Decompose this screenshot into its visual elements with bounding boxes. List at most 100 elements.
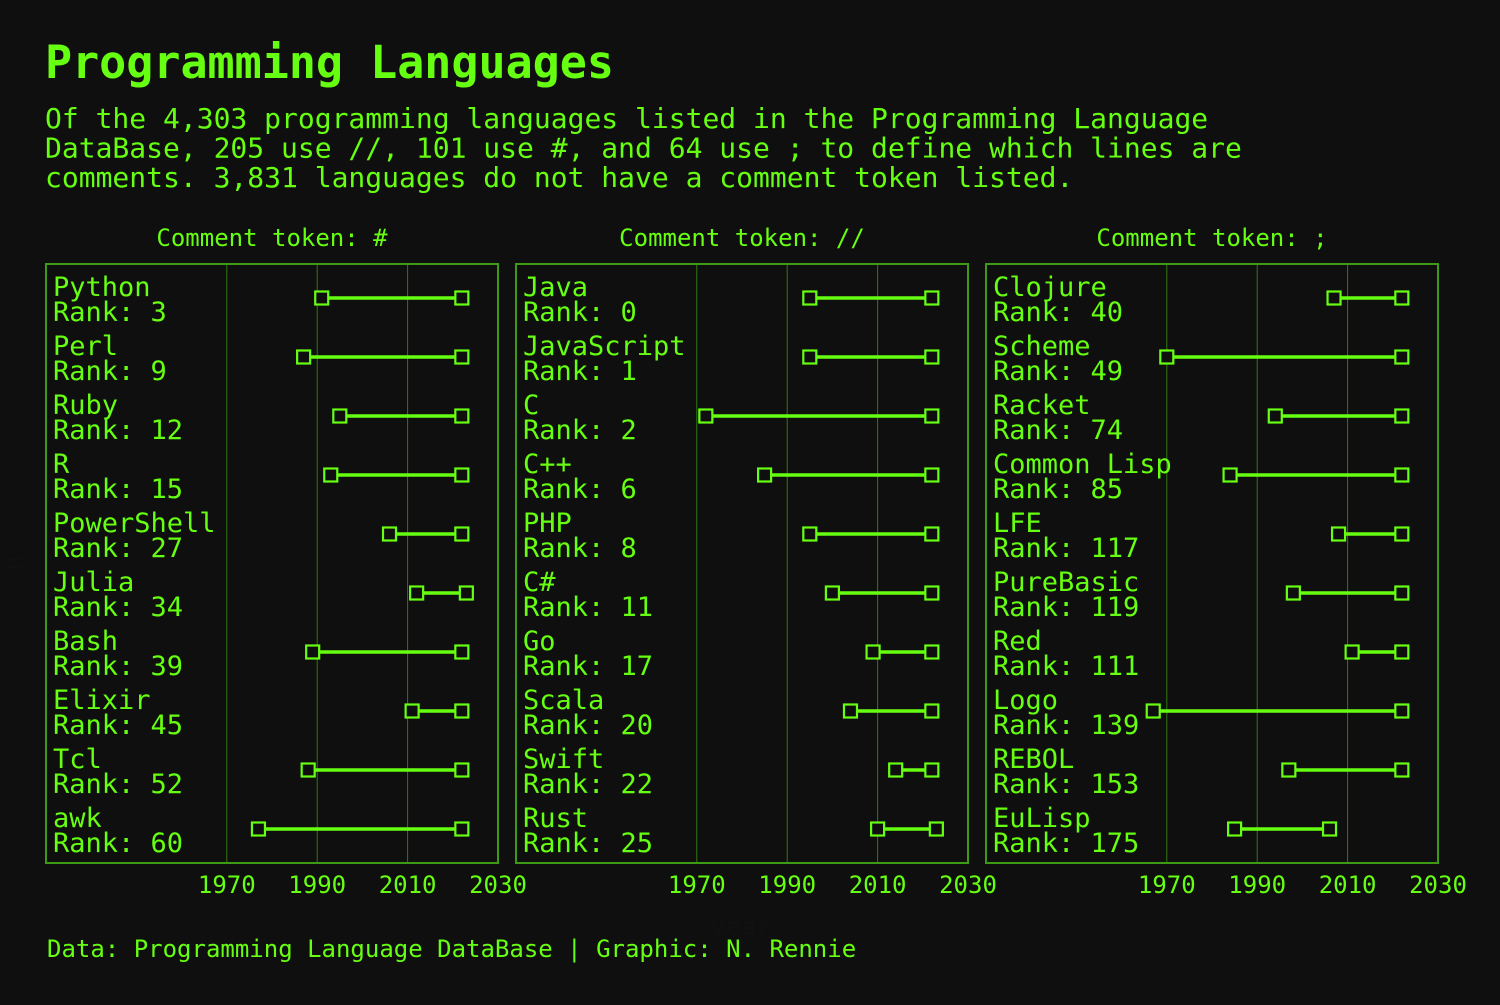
rank-label: Rank: 49: [993, 356, 1123, 387]
rank-label: Rank: 15: [53, 474, 183, 505]
end-year-marker: [924, 644, 940, 660]
start-year-marker: [1159, 349, 1175, 365]
start-year-marker: [865, 644, 881, 660]
rank-label: Rank: 34: [53, 592, 183, 623]
end-year-marker: [1394, 408, 1410, 424]
facet-panel-2: Comment token: // 1970 1990 2010 2030 JavaRan…: [515, 224, 997, 899]
start-year-marker: [1145, 703, 1161, 719]
x-tick-label: 2010: [379, 871, 437, 899]
rank-label: Rank: 11: [523, 592, 653, 623]
rank-label: Rank: 45: [53, 710, 183, 741]
facet-strip-label: Comment token: //: [619, 224, 865, 252]
end-year-marker: [454, 821, 470, 837]
end-year-marker: [1394, 703, 1410, 719]
end-year-marker: [924, 526, 940, 542]
rank-label: Rank: 111: [993, 651, 1139, 682]
end-year-marker: [1394, 526, 1410, 542]
end-year-marker: [924, 762, 940, 778]
language-row-lfe: LFERank: 117: [993, 508, 1410, 564]
end-year-marker: [454, 644, 470, 660]
rank-label: Rank: 8: [523, 533, 637, 564]
chart-title: Programming Languages: [45, 36, 614, 89]
language-row-eulisp: EuLispRank: 175: [993, 803, 1338, 859]
facet-strip-label: Comment token: ;: [1096, 224, 1327, 252]
language-row-julia: JuliaRank: 34: [53, 567, 474, 623]
end-year-marker: [454, 290, 470, 306]
facet-panel-3: Comment token: ; 1970 1990 2010 2030 ClojureR…: [985, 224, 1467, 899]
rank-label: Rank: 40: [993, 297, 1123, 328]
chart-caption: Data: Programming Language DataBase | Gr…: [47, 935, 856, 963]
language-row-scheme: SchemeRank: 49: [993, 331, 1410, 387]
facet-panel-1: Comment token: # 1970 1990 2010 2030 PythonRa…: [45, 224, 527, 899]
x-tick-label: 1990: [1228, 871, 1286, 899]
rank-label: Rank: 60: [53, 828, 183, 859]
rank-label: Rank: 9: [53, 356, 167, 387]
end-year-marker: [924, 349, 940, 365]
rank-label: Rank: 25: [523, 828, 653, 859]
x-tick-label: 1970: [1138, 871, 1196, 899]
end-year-marker: [924, 703, 940, 719]
start-year-marker: [824, 585, 841, 601]
start-year-marker: [381, 526, 398, 542]
language-row-swift: SwiftRank: 22: [523, 744, 940, 800]
end-year-marker: [1321, 821, 1338, 837]
rank-label: Rank: 117: [993, 533, 1139, 564]
rank-label: Rank: 6: [523, 474, 637, 505]
language-row-java: JavaRank: 0: [523, 272, 940, 328]
language-row-powershell: PowerShellRank: 27: [53, 508, 470, 564]
start-year-marker: [1326, 290, 1342, 306]
start-year-marker: [314, 290, 330, 306]
rank-label: Rank: 175: [993, 828, 1139, 859]
start-year-marker: [1344, 644, 1360, 660]
start-year-marker: [323, 467, 339, 483]
language-row-c: C++Rank: 6: [523, 449, 940, 505]
x-tick-label: 1970: [198, 871, 256, 899]
end-year-marker: [1394, 762, 1410, 778]
end-year-marker: [924, 585, 940, 601]
rank-label: Rank: 2: [523, 415, 637, 446]
subtitle-line: comments. 3,831 languages do not have a …: [45, 161, 1073, 194]
chart-subtitle: Of the 4,303 programming languages liste…: [45, 102, 1242, 194]
language-row-ruby: RubyRank: 12: [53, 390, 470, 446]
end-year-marker: [454, 703, 470, 719]
end-year-marker: [928, 821, 944, 837]
start-year-marker: [409, 585, 425, 601]
rank-label: Rank: 27: [53, 533, 183, 564]
language-row-php: PHPRank: 8: [523, 508, 940, 564]
end-year-marker: [458, 585, 474, 601]
x-tick-label: 2030: [469, 871, 527, 899]
language-row-elixir: ElixirRank: 45: [53, 685, 470, 741]
end-year-marker: [924, 467, 940, 483]
end-year-marker: [454, 762, 470, 778]
language-row-racket: RacketRank: 74: [993, 390, 1410, 446]
x-tick-label: 1990: [758, 871, 816, 899]
rank-label: Rank: 139: [993, 710, 1139, 741]
rank-label: Rank: 153: [993, 769, 1139, 800]
rank-label: Rank: 119: [993, 592, 1139, 623]
rank-label: Rank: 20: [523, 710, 653, 741]
language-row-javascript: JavaScriptRank: 1: [523, 331, 940, 387]
start-year-marker: [404, 703, 420, 719]
language-row-r: RRank: 15: [53, 449, 470, 505]
rank-label: Rank: 74: [993, 415, 1123, 446]
language-row-bash: BashRank: 39: [53, 626, 470, 682]
end-year-marker: [1394, 290, 1410, 306]
start-year-marker: [1267, 408, 1283, 424]
start-year-marker: [1281, 762, 1297, 778]
start-year-marker: [888, 762, 904, 778]
x-tick-label: 2030: [939, 871, 997, 899]
end-year-marker: [924, 408, 940, 424]
start-year-marker: [869, 821, 886, 837]
facet-strip-label: Comment token: #: [156, 224, 388, 252]
rank-label: Rank: 39: [53, 651, 183, 682]
language-row-c: C#Rank: 11: [523, 567, 940, 623]
start-year-marker: [1285, 585, 1301, 601]
rank-label: Rank: 85: [993, 474, 1123, 505]
start-year-marker: [296, 349, 312, 365]
rank-label: Rank: 3: [53, 297, 167, 328]
rank-label: Rank: 52: [53, 769, 183, 800]
start-year-marker: [1222, 467, 1238, 483]
x-tick-label: 2010: [849, 871, 907, 899]
start-year-marker: [802, 349, 818, 365]
language-row-rebol: REBOLRank: 153: [993, 744, 1410, 800]
